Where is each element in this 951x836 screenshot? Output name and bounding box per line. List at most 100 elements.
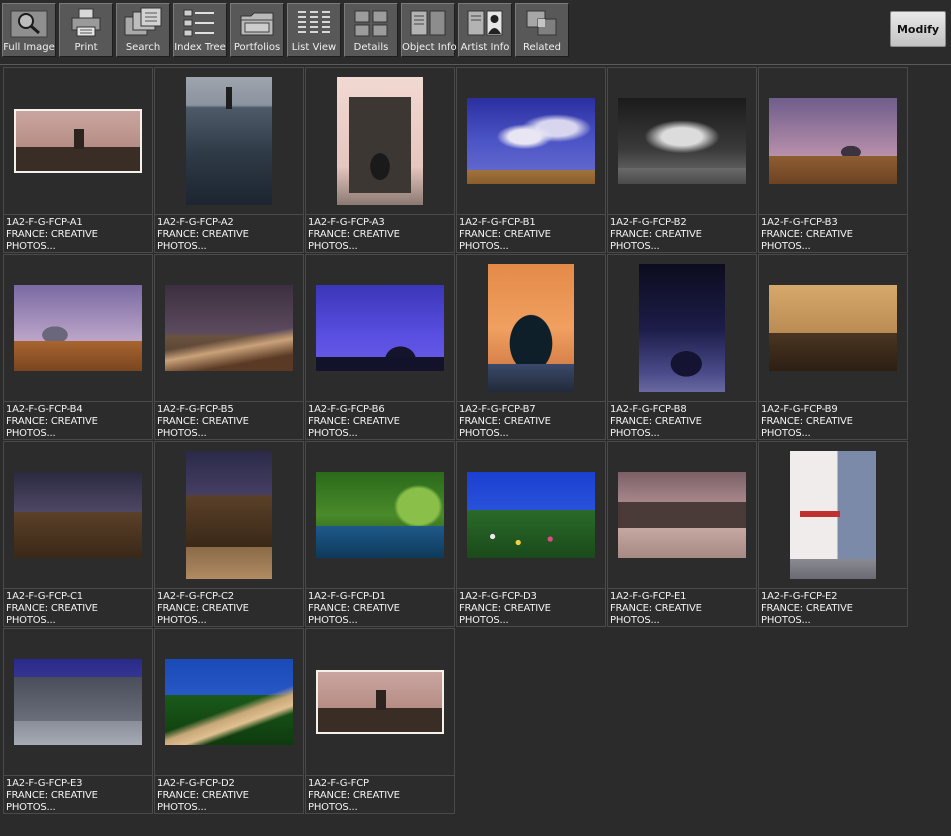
search-icon	[123, 7, 163, 39]
thumbnail-caption: PHOTOS...	[6, 428, 56, 439]
thumbnail-caption: PHOTOS...	[459, 241, 509, 252]
full-image-button[interactable]: Full Image	[2, 3, 56, 57]
details-button[interactable]: Details	[344, 3, 398, 57]
thumbnail-cell[interactable]: 1A2-F-G-FCP-B8 FRANCE: CREATIVE PHOTOS..…	[607, 254, 757, 440]
thumbnail-caption: FRANCE: CREATIVE	[610, 229, 702, 240]
thumbnail-cell[interactable]: 1A2-F-G-FCP-B9 FRANCE: CREATIVE PHOTOS..…	[758, 254, 908, 440]
thumbnail-caption: FRANCE: CREATIVE	[308, 416, 400, 427]
artist-label: Artist	[460, 42, 488, 53]
thumbnail-cell[interactable]: 1A2-F-G-FCP-A1 FRANCE: CREATIVE PHOTOS..…	[3, 67, 153, 253]
thumbnail-caption: FRANCE: CREATIVE	[6, 790, 98, 801]
thumbnail-caption: PHOTOS...	[157, 802, 207, 813]
thumbnail-cell[interactable]: 1A2-F-G-FCP-D1 FRANCE: CREATIVE PHOTOS..…	[305, 441, 455, 627]
search-button[interactable]: Search	[116, 3, 170, 57]
thumbnail-image	[639, 264, 725, 392]
thumbnail-cell[interactable]: 1A2-F-G-FCP-B5 FRANCE: CREATIVE PHOTOS..…	[154, 254, 304, 440]
thumbnail-caption: FRANCE: CREATIVE	[157, 416, 249, 427]
thumbnail-caption: FRANCE: CREATIVE	[610, 603, 702, 614]
thumbnail-cell[interactable]: 1A2-F-G-FCP-B4 FRANCE: CREATIVE PHOTOS..…	[3, 254, 153, 440]
thumbnail-id: 1A2-F-G-FCP-E3	[6, 778, 83, 789]
object-info-icon	[408, 7, 448, 39]
thumbnail-caption: PHOTOS...	[157, 241, 207, 252]
thumbnail-image	[618, 472, 746, 558]
related-icon	[522, 7, 562, 39]
thumbnail-image	[186, 77, 272, 205]
thumbnail-caption: FRANCE: CREATIVE	[157, 790, 249, 801]
thumbnail-image	[165, 285, 293, 371]
thumbnail-id: 1A2-F-G-FCP	[308, 778, 369, 789]
thumbnail-caption: FRANCE: CREATIVE	[308, 229, 400, 240]
thumbnail-caption: FRANCE: CREATIVE	[157, 603, 249, 614]
thumbnail-image	[316, 472, 444, 558]
thumbnail-id: 1A2-F-G-FCP-B4	[6, 404, 83, 415]
thumbnail-caption: PHOTOS...	[157, 615, 207, 626]
thumbnail-cell[interactable]: 1A2-F-G-FCP-C1 FRANCE: CREATIVE PHOTOS..…	[3, 441, 153, 627]
thumbnail-image	[337, 77, 423, 205]
thumbnail-caption: PHOTOS...	[308, 615, 358, 626]
thumbnail-caption: PHOTOS...	[610, 241, 660, 252]
thumbnail-cell[interactable]: 1A2-F-G-FCP-A2 FRANCE: CREATIVE PHOTOS..…	[154, 67, 304, 253]
thumbnail-image	[488, 264, 574, 392]
artist-portrait-icon	[465, 7, 505, 39]
thumbnail-cell[interactable]: 1A2-F-G-FCP-D3 FRANCE: CREATIVE PHOTOS..…	[456, 441, 606, 627]
thumbnail-caption: FRANCE: CREATIVE	[459, 416, 551, 427]
object-info-button[interactable]: Object Info	[401, 3, 457, 57]
thumbnail-cell[interactable]: 1A2-F-G-FCP-E1 FRANCE: CREATIVE PHOTOS..…	[607, 441, 757, 627]
thumbnail-image	[467, 472, 595, 558]
thumbnail-caption: PHOTOS...	[761, 241, 811, 252]
modify-button[interactable]: Modify	[890, 11, 946, 47]
thumbnail-image	[14, 109, 142, 173]
thumbnail-caption: PHOTOS...	[610, 428, 660, 439]
thumbnail-cell[interactable]: 1A2-F-G-FCP-B2 FRANCE: CREATIVE PHOTOS..…	[607, 67, 757, 253]
thumbnail-id: 1A2-F-G-FCP-D2	[157, 778, 235, 789]
thumbnail-image	[467, 98, 595, 184]
thumbnail-caption: FRANCE: CREATIVE	[308, 790, 400, 801]
thumbnail-caption: FRANCE: CREATIVE	[308, 603, 400, 614]
thumbnail-id: 1A2-F-G-FCP-B8	[610, 404, 687, 415]
thumbnail-id: 1A2-F-G-FCP-B7	[459, 404, 536, 415]
thumbnail-cell[interactable]: 1A2-F-G-FCP-B7 FRANCE: CREATIVE PHOTOS..…	[456, 254, 606, 440]
thumbnail-caption: PHOTOS...	[308, 802, 358, 813]
thumbnail-id: 1A2-F-G-FCP-A2	[157, 217, 234, 228]
related-button[interactable]: Related	[515, 3, 569, 57]
thumbnail-caption: FRANCE: CREATIVE	[761, 416, 853, 427]
thumbnail-caption: PHOTOS...	[6, 802, 56, 813]
list-view-button[interactable]: List View	[287, 3, 341, 57]
thumbnail-caption: FRANCE: CREATIVE	[6, 603, 98, 614]
thumbnail-caption: PHOTOS...	[459, 615, 509, 626]
thumbnail-caption: PHOTOS...	[308, 241, 358, 252]
thumbnail-cell[interactable]: 1A2-F-G-FCP-C2 FRANCE: CREATIVE PHOTOS..…	[154, 441, 304, 627]
details-grid-icon	[351, 7, 391, 39]
thumbnail-image	[769, 285, 897, 371]
thumbnail-id: 1A2-F-G-FCP-D1	[308, 591, 386, 602]
thumbnail-cell[interactable]: 1A2-F-G-FCP-E2 FRANCE: CREATIVE PHOTOS..…	[758, 441, 908, 627]
thumbnail-caption: FRANCE: CREATIVE	[459, 229, 551, 240]
thumbnail-caption: FRANCE: CREATIVE	[610, 416, 702, 427]
thumbnail-id: 1A2-F-G-FCP-D3	[459, 591, 537, 602]
thumbnail-image	[14, 472, 142, 558]
thumbnail-caption: PHOTOS...	[6, 241, 56, 252]
thumbnail-cell[interactable]: 1A2-F-G-FCP-B1 FRANCE: CREATIVE PHOTOS..…	[456, 67, 606, 253]
thumbnail-id: 1A2-F-G-FCP-B5	[157, 404, 234, 415]
thumbnail-cell[interactable]: 1A2-F-G-FCP-A3 FRANCE: CREATIVE PHOTOS..…	[305, 67, 455, 253]
toolbar-divider	[0, 64, 951, 65]
thumbnail-id: 1A2-F-G-FCP-B6	[308, 404, 385, 415]
thumbnail-cell[interactable]: 1A2-F-G-FCP-E3 FRANCE: CREATIVE PHOTOS..…	[3, 628, 153, 814]
portfolios-button[interactable]: Portfolios	[230, 3, 284, 57]
thumbnail-caption: PHOTOS...	[761, 615, 811, 626]
folder-icon	[237, 7, 277, 39]
thumbnail-cell[interactable]: 1A2-F-G-FCP-B6 FRANCE: CREATIVE PHOTOS..…	[305, 254, 455, 440]
thumbnail-cell[interactable]: 1A2-F-G-FCP FRANCE: CREATIVE PHOTOS...	[305, 628, 455, 814]
thumbnail-image	[14, 659, 142, 745]
thumbnail-cell[interactable]: 1A2-F-G-FCP-D2 FRANCE: CREATIVE PHOTOS..…	[154, 628, 304, 814]
thumbnail-caption: PHOTOS...	[610, 615, 660, 626]
print-button[interactable]: Print	[59, 3, 113, 57]
thumbnail-image	[316, 285, 444, 371]
thumbnail-image	[165, 659, 293, 745]
thumbnail-id: 1A2-F-G-FCP-C2	[157, 591, 234, 602]
thumbnail-cell[interactable]: 1A2-F-G-FCP-B3 FRANCE: CREATIVE PHOTOS..…	[758, 67, 908, 253]
artist-info-button[interactable]: Artist Info	[458, 3, 512, 57]
index-tree-button[interactable]: Index Tree	[173, 3, 227, 57]
thumbnail-id: 1A2-F-G-FCP-A3	[308, 217, 385, 228]
thumbnail-caption: PHOTOS...	[308, 428, 358, 439]
